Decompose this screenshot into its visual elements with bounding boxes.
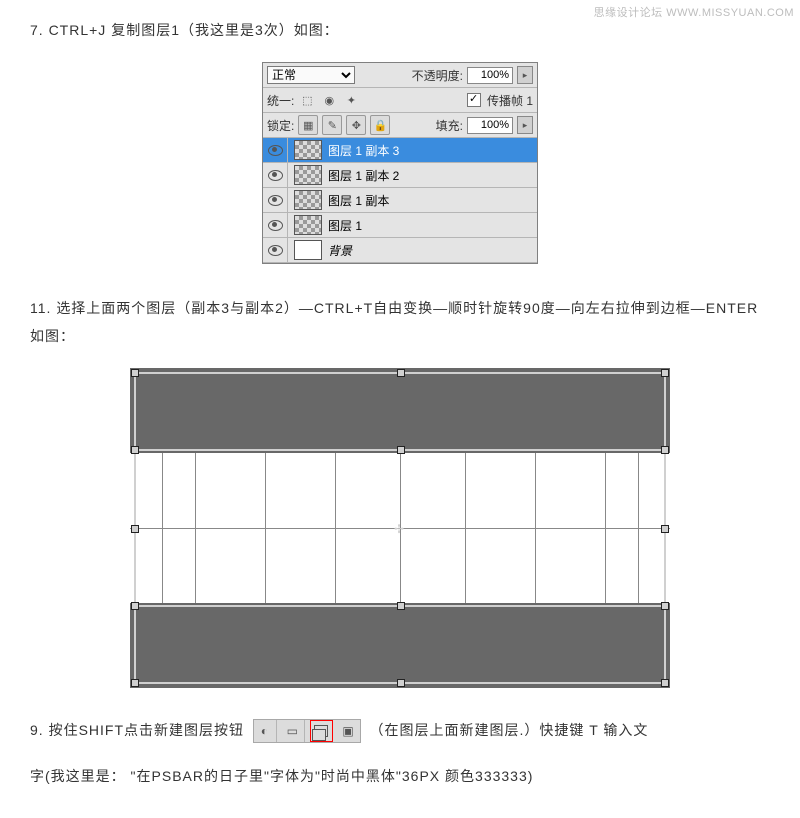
propagate-label: 传播帧 1 — [487, 92, 533, 109]
layer-thumbnail — [294, 240, 322, 260]
visibility-toggle[interactable] — [263, 163, 288, 187]
opacity-input[interactable] — [467, 67, 513, 84]
unify-row: 统一: ⬚ ◉ ✦ 传播帧 1 — [263, 88, 537, 113]
eye-icon — [268, 170, 283, 181]
step-9b: （在图层上面新建图层.）快捷键 T 输入文 — [369, 722, 648, 738]
blend-row: 正常 不透明度: ▸ — [263, 63, 537, 88]
layer-name: 图层 1 — [328, 217, 362, 234]
lock-all-icon[interactable]: 🔒 — [370, 115, 390, 135]
blend-mode-select[interactable]: 正常 — [267, 66, 355, 84]
opacity-label: 不透明度: — [412, 67, 463, 84]
lock-row: 锁定: ▦ ✎ ✥ 🔒 填充: ▸ — [263, 113, 537, 138]
layer-row[interactable]: 图层 1 副本 — [263, 188, 537, 213]
lock-transparent-icon[interactable]: ▦ — [298, 115, 318, 135]
layers-panel: 正常 不透明度: ▸ 统一: ⬚ ◉ ✦ 传播帧 1 锁定: ▦ ✎ ✥ 🔒 填… — [262, 62, 538, 264]
unify-visibility-icon[interactable]: ◉ — [320, 94, 338, 107]
article-content: 7. CTRL+J 复制图层1（我这里是3次）如图： 正常 不透明度: ▸ 统一… — [0, 0, 800, 818]
new-layer-button[interactable] — [310, 720, 333, 742]
lock-position-icon[interactable]: ✥ — [346, 115, 366, 135]
visibility-toggle[interactable] — [263, 213, 288, 237]
fill-stepper-icon[interactable]: ▸ — [517, 116, 533, 134]
lock-label: 锁定: — [267, 117, 294, 134]
visibility-toggle[interactable] — [263, 188, 288, 212]
mask-button[interactable]: ▭ — [282, 720, 305, 742]
step-11-text: 11. 选择上面两个图层（副本3与副本2）—CTRL+T自由变换—顺时针旋转90… — [30, 294, 770, 350]
unify-position-icon[interactable]: ⬚ — [298, 94, 316, 107]
fill-label: 填充: — [436, 117, 463, 134]
layer-name: 背景 — [328, 242, 352, 259]
layer-thumbnail — [294, 140, 322, 160]
watermark: 思缘设计论坛 WWW.MISSYUAN.COM — [594, 4, 794, 20]
step-9-text: 9. 按住SHIFT点击新建图层按钮 ◐ ▭ ▣ （在图层上面新建图层.）快捷键… — [30, 716, 770, 744]
step-9c: 字(我这里是： "在PSBAR的日子里"字体为"时尚中黑体"36PX 颜色333… — [30, 762, 770, 790]
fx-button[interactable]: ◐ — [254, 720, 277, 742]
transform-figure: ✢ — [130, 368, 670, 688]
new-layer-icon — [314, 725, 328, 737]
lock-pixels-icon[interactable]: ✎ — [322, 115, 342, 135]
transform-center-icon: ✢ — [394, 522, 406, 534]
layer-name: 图层 1 副本 3 — [328, 142, 399, 159]
visibility-toggle[interactable] — [263, 138, 288, 162]
toolbar-snippet: ◐ ▭ ▣ — [253, 719, 361, 743]
visibility-toggle[interactable] — [263, 238, 288, 262]
layer-row[interactable]: 背景 — [263, 238, 537, 263]
step-7-text: 7. CTRL+J 复制图层1（我这里是3次）如图： — [30, 16, 770, 44]
layer-thumbnail — [294, 215, 322, 235]
layer-thumbnail — [294, 190, 322, 210]
eye-icon — [268, 145, 283, 156]
eye-icon — [268, 195, 283, 206]
unify-style-icon[interactable]: ✦ — [342, 94, 360, 107]
step-9a: 9. 按住SHIFT点击新建图层按钮 — [30, 722, 249, 738]
opacity-stepper-icon[interactable]: ▸ — [517, 66, 533, 84]
layer-name: 图层 1 副本 — [328, 192, 389, 209]
layer-row[interactable]: 图层 1 副本 3 — [263, 138, 537, 163]
layer-thumbnail — [294, 165, 322, 185]
layer-name: 图层 1 副本 2 — [328, 167, 399, 184]
eye-icon — [268, 220, 283, 231]
unify-label: 统一: — [267, 92, 294, 109]
group-button[interactable]: ▣ — [338, 720, 360, 742]
eye-icon — [268, 245, 283, 256]
layer-row[interactable]: 图层 1 — [263, 213, 537, 238]
layer-row[interactable]: 图层 1 副本 2 — [263, 163, 537, 188]
layer-list: 图层 1 副本 3 图层 1 副本 2 图层 1 副本图层 1 背景 — [263, 138, 537, 263]
propagate-checkbox[interactable] — [467, 93, 481, 107]
fill-input[interactable] — [467, 117, 513, 134]
